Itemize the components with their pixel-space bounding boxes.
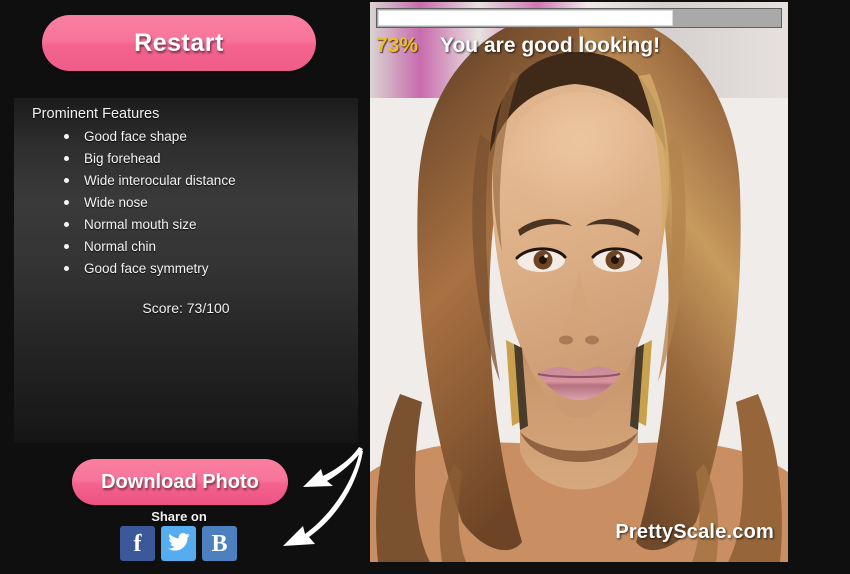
share-on-label: Share on	[151, 509, 207, 524]
share-facebook-button[interactable]: f	[120, 526, 155, 561]
prominent-features-title: Prominent Features	[32, 106, 160, 122]
twitter-icon	[167, 533, 190, 554]
portrait-photo	[370, 2, 788, 562]
list-item-label: Good face symmetry	[84, 261, 209, 276]
list-item-label: Normal chin	[84, 239, 157, 254]
pointer-arrows-icon	[283, 447, 363, 546]
facebook-icon: f	[133, 530, 142, 557]
blogger-icon: B	[211, 530, 228, 557]
score-percent-label: 73%	[376, 34, 419, 57]
bullet-icon	[64, 178, 69, 183]
sidebar: Restart Prominent Features Good face sha…	[0, 0, 363, 574]
list-item: Good face symmetry	[58, 258, 236, 280]
verdict-bar: 73% You are good looking!	[370, 30, 788, 62]
list-item: Good face shape	[58, 126, 236, 148]
bullet-icon	[64, 222, 69, 227]
share-buttons: f B	[120, 526, 237, 561]
prominent-features-list: Good face shape Big forehead Wide intero…	[58, 126, 236, 280]
score-progress-bar[interactable]	[376, 8, 782, 28]
list-item-label: Big forehead	[84, 151, 161, 166]
bullet-icon	[64, 244, 69, 249]
list-item: Wide interocular distance	[58, 170, 236, 192]
restart-button[interactable]: Restart	[42, 15, 316, 71]
share-twitter-button[interactable]	[161, 526, 196, 561]
watermark-label: PrettyScale.com	[615, 521, 774, 543]
list-item: Normal chin	[58, 236, 236, 258]
bullet-icon	[64, 200, 69, 205]
share-blogger-button[interactable]: B	[202, 526, 237, 561]
list-item-label: Normal mouth size	[84, 217, 197, 232]
pretty-scale-app: Restart Prominent Features Good face sha…	[0, 0, 850, 574]
bullet-icon	[64, 134, 69, 139]
score-label: Score: 73/100	[142, 300, 230, 316]
download-photo-button[interactable]: Download Photo	[72, 459, 288, 505]
list-item: Normal mouth size	[58, 214, 236, 236]
list-item: Wide nose	[58, 192, 236, 214]
score-progress-fill	[378, 10, 673, 26]
list-item: Big forehead	[58, 148, 236, 170]
list-item-label: Wide interocular distance	[84, 173, 236, 188]
list-item-label: Good face shape	[84, 129, 187, 144]
photo-panel: 73% You are good looking! PrettyScale.co…	[370, 2, 788, 562]
download-photo-button-label: Download Photo	[101, 470, 259, 493]
bullet-icon	[64, 156, 69, 161]
restart-button-label: Restart	[134, 28, 224, 57]
bullet-icon	[64, 266, 69, 271]
verdict-message: You are good looking!	[440, 34, 661, 57]
list-item-label: Wide nose	[84, 195, 148, 210]
prominent-features-panel: Prominent Features Good face shape Big f…	[14, 98, 358, 443]
